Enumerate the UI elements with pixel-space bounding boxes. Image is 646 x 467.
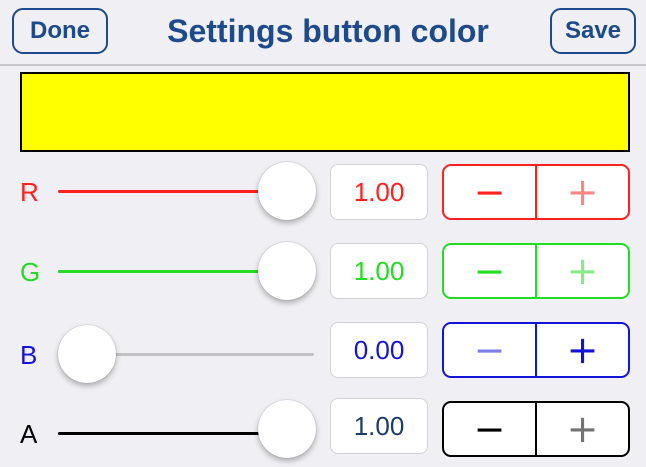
channel-label-alpha: A [20,419,38,449]
channel-label-red: R [20,177,39,207]
blue-increment-button[interactable]: + [537,324,628,376]
green-stepper: − + [442,243,630,299]
channel-label-green: G [20,257,41,287]
red-increment-button[interactable]: + [537,166,628,218]
done-button[interactable]: Done [12,8,108,54]
channel-label-blue: B [20,340,38,370]
blue-decrement-button[interactable]: − [444,324,535,376]
green-increment-button[interactable]: + [537,245,628,297]
header-divider [0,64,646,66]
alpha-slider-thumb[interactable] [258,400,316,458]
blue-slider-thumb[interactable] [58,325,116,383]
blue-value-field[interactable]: 0.00 [330,322,428,378]
alpha-increment-button[interactable]: + [537,403,628,455]
save-button[interactable]: Save [550,8,636,54]
red-value-field[interactable]: 1.00 [330,164,428,220]
red-decrement-button[interactable]: − [444,166,535,218]
alpha-stepper: − + [442,401,630,457]
red-slider-thumb[interactable] [258,162,316,220]
green-decrement-button[interactable]: − [444,245,535,297]
page-title: Settings button color [167,12,489,49]
alpha-decrement-button[interactable]: − [444,403,535,455]
green-value-field[interactable]: 1.00 [330,243,428,299]
channel-row-blue: B 0.00 − + [0,315,646,385]
channel-row-alpha: A 1.00 − + [0,392,646,462]
blue-stepper: − + [442,322,630,378]
channel-row-red: R 1.00 − + [0,157,646,227]
channel-row-green: G 1.00 − + [0,236,646,306]
nav-bar: Done Settings button color Save [0,0,646,64]
color-preview-swatch [20,72,630,152]
alpha-value-field[interactable]: 1.00 [330,398,428,454]
green-slider-thumb[interactable] [258,242,316,300]
red-stepper: − + [442,164,630,220]
